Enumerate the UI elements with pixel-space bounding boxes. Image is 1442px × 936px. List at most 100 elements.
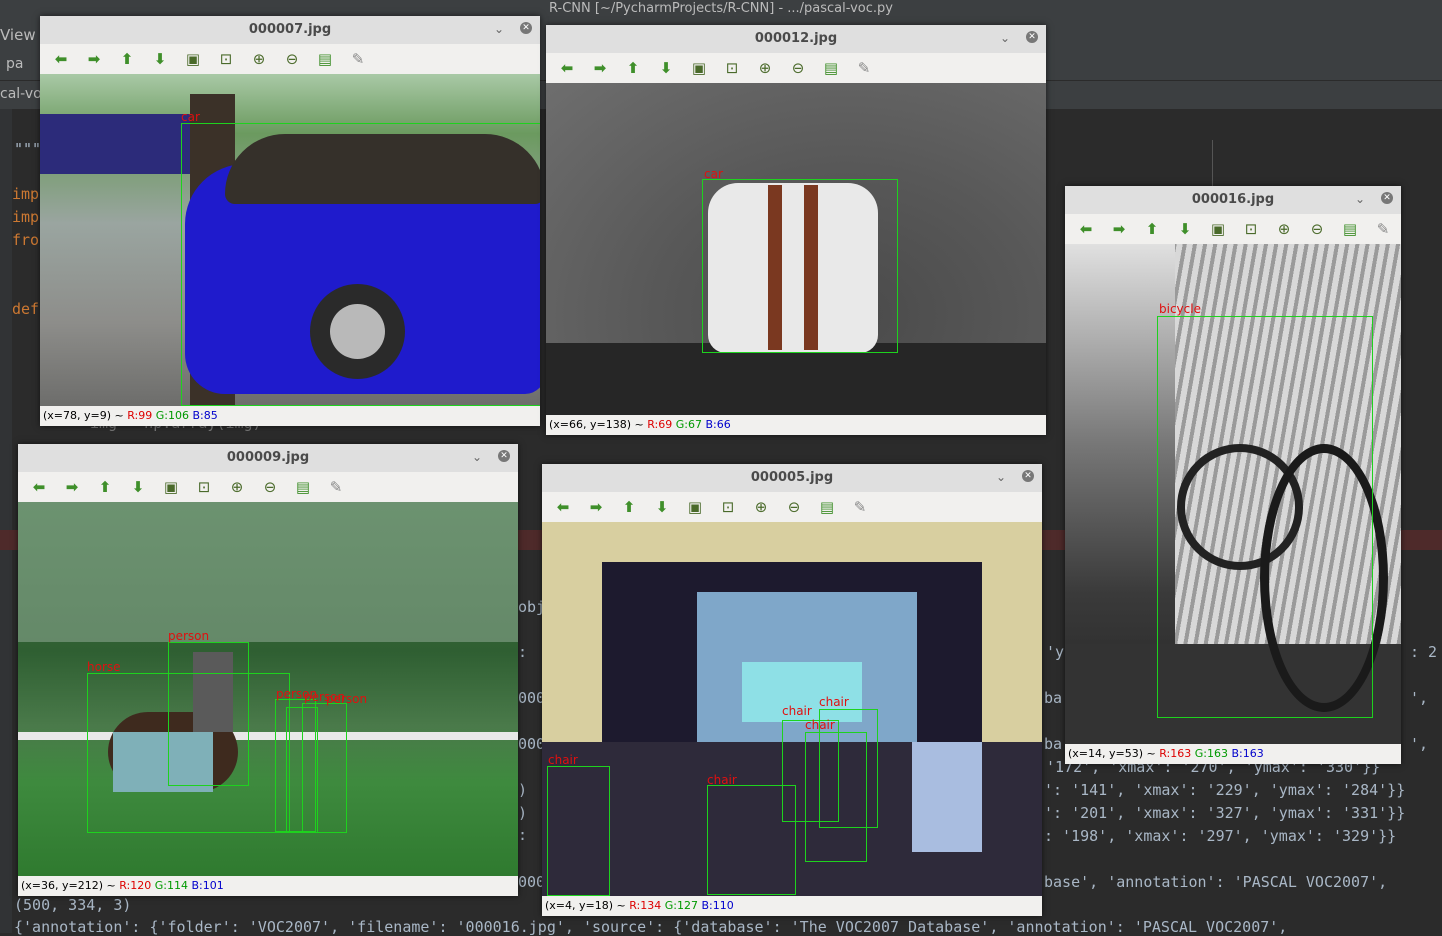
- window-toolbar: ⬅ ➡ ⬆ ⬇ ▣ ⊡ ⊕ ⊖ ▤ ✎: [40, 44, 540, 74]
- save-icon[interactable]: ▤: [1341, 220, 1359, 238]
- image-icon[interactable]: ▣: [162, 478, 180, 496]
- arrow-up-icon[interactable]: ⬆: [620, 498, 638, 516]
- chevron-down-icon[interactable]: ⌄: [996, 470, 1006, 484]
- pixel-b: B:101: [191, 879, 224, 892]
- close-icon[interactable]: ✕: [1022, 470, 1034, 482]
- arrow-down-icon[interactable]: ⬇: [1176, 220, 1194, 238]
- zoom-out-icon[interactable]: ⊖: [785, 498, 803, 516]
- zoom-out-icon[interactable]: ⊖: [261, 478, 279, 496]
- chevron-down-icon[interactable]: ⌄: [1000, 31, 1010, 45]
- window-title: 000012.jpg: [754, 31, 838, 46]
- zoom-in-icon[interactable]: ⊕: [752, 498, 770, 516]
- bbox-label: person: [326, 692, 368, 706]
- arrow-right-icon[interactable]: ➡: [85, 50, 103, 68]
- image-view[interactable]: car: [40, 74, 540, 406]
- zoom-region-icon[interactable]: ⊡: [723, 59, 741, 77]
- close-icon[interactable]: ✕: [520, 22, 532, 34]
- image-view[interactable]: person horse person person person: [18, 502, 518, 876]
- arrow-up-icon[interactable]: ⬆: [118, 50, 136, 68]
- arrow-left-icon[interactable]: ⬅: [558, 59, 576, 77]
- image-icon[interactable]: ▣: [686, 498, 704, 516]
- arrow-left-icon[interactable]: ⬅: [1077, 220, 1095, 238]
- close-icon[interactable]: ✕: [1026, 31, 1038, 43]
- bbox-label: car: [704, 167, 723, 181]
- zoom-in-icon[interactable]: ⊕: [1275, 220, 1293, 238]
- bbox-label: car: [181, 110, 200, 124]
- image-window-000009[interactable]: 000009.jpg ⌄ ✕ ⬅ ➡ ⬆ ⬇ ▣ ⊡ ⊕ ⊖ ▤ ✎ person horse p…: [18, 444, 518, 896]
- brush-icon[interactable]: ✎: [851, 498, 869, 516]
- zoom-region-icon[interactable]: ⊡: [1242, 220, 1260, 238]
- pixel-g: G:114: [154, 879, 188, 892]
- project-breadcrumb[interactable]: pa: [6, 56, 23, 72]
- code-colon-2: :: [518, 826, 528, 844]
- arrow-right-icon[interactable]: ➡: [1110, 220, 1128, 238]
- cardboard-box: [912, 742, 982, 852]
- pixel-r: R:163: [1159, 747, 1192, 760]
- image-view[interactable]: chair chair chair chair chair: [542, 522, 1042, 896]
- arrow-down-icon[interactable]: ⬇: [151, 50, 169, 68]
- pixel-g: G:127: [664, 899, 698, 912]
- code-import-2: imp: [12, 208, 40, 226]
- zoom-in-icon[interactable]: ⊕: [250, 50, 268, 68]
- brush-icon[interactable]: ✎: [349, 50, 367, 68]
- brush-icon[interactable]: ✎: [327, 478, 345, 496]
- brush-icon[interactable]: ✎: [1374, 220, 1392, 238]
- zoom-region-icon[interactable]: ⊡: [195, 478, 213, 496]
- image-window-000012[interactable]: 000012.jpg ⌄ ✕ ⬅ ➡ ⬆ ⬇ ▣ ⊡ ⊕ ⊖ ▤ ✎ car (x=66, y=1…: [546, 25, 1046, 435]
- arrow-right-icon[interactable]: ➡: [63, 478, 81, 496]
- building-shape: [40, 114, 190, 174]
- arrow-up-icon[interactable]: ⬆: [96, 478, 114, 496]
- arrow-right-icon[interactable]: ➡: [587, 498, 605, 516]
- save-icon[interactable]: ▤: [316, 50, 334, 68]
- code-def: def: [12, 300, 40, 318]
- brush-icon[interactable]: ✎: [855, 59, 873, 77]
- zoom-out-icon[interactable]: ⊖: [1308, 220, 1326, 238]
- save-icon[interactable]: ▤: [822, 59, 840, 77]
- image-view[interactable]: car: [546, 83, 1046, 415]
- save-icon[interactable]: ▤: [818, 498, 836, 516]
- arrow-down-icon[interactable]: ⬇: [129, 478, 147, 496]
- arrow-left-icon[interactable]: ⬅: [554, 498, 572, 516]
- bbox-bicycle: [1157, 316, 1373, 718]
- close-icon[interactable]: ✕: [498, 450, 510, 462]
- image-icon[interactable]: ▣: [690, 59, 708, 77]
- arrow-down-icon[interactable]: ⬇: [657, 59, 675, 77]
- zoom-region-icon[interactable]: ⊡: [719, 498, 737, 516]
- window-title-bar[interactable]: 000009.jpg: [18, 444, 518, 473]
- window-title-bar[interactable]: 000016.jpg: [1065, 186, 1401, 215]
- zoom-in-icon[interactable]: ⊕: [756, 59, 774, 77]
- arrow-right-icon[interactable]: ➡: [591, 59, 609, 77]
- window-title-bar[interactable]: 000007.jpg: [40, 16, 540, 45]
- arrow-up-icon[interactable]: ⬆: [624, 59, 642, 77]
- arrow-up-icon[interactable]: ⬆: [1143, 220, 1161, 238]
- close-icon[interactable]: ✕: [1381, 192, 1393, 204]
- chevron-down-icon[interactable]: ⌄: [472, 450, 482, 464]
- code-docstring: """: [14, 140, 42, 158]
- zoom-out-icon[interactable]: ⊖: [789, 59, 807, 77]
- bbox-car: [702, 179, 898, 353]
- image-window-000007[interactable]: 000007.jpg ⌄ ✕ ⬅ ➡ ⬆ ⬇ ▣ ⊡ ⊕ ⊖ ▤ ✎ car (x=78, y=9…: [40, 16, 540, 426]
- image-window-000016[interactable]: 000016.jpg ⌄ ✕ ⬅ ➡ ⬆ ⬇ ▣ ⊡ ⊕ ⊖ ▤ ✎ bicycle (x=14,…: [1065, 186, 1401, 764]
- cursor-position: (x=14, y=53) ~: [1068, 747, 1156, 760]
- bbox-car: [181, 123, 540, 406]
- code-paren-1: ): [518, 781, 528, 799]
- window-title-bar[interactable]: 000005.jpg: [542, 464, 1042, 493]
- arrow-down-icon[interactable]: ⬇: [653, 498, 671, 516]
- image-icon[interactable]: ▣: [1209, 220, 1227, 238]
- arrow-left-icon[interactable]: ⬅: [30, 478, 48, 496]
- arrow-left-icon[interactable]: ⬅: [52, 50, 70, 68]
- bbox-label: person: [168, 629, 210, 643]
- chevron-down-icon[interactable]: ⌄: [1355, 192, 1365, 206]
- chevron-down-icon[interactable]: ⌄: [494, 22, 504, 36]
- zoom-in-icon[interactable]: ⊕: [228, 478, 246, 496]
- bbox-label: chair: [548, 753, 578, 767]
- window-title-bar[interactable]: 000012.jpg: [546, 25, 1046, 54]
- zoom-out-icon[interactable]: ⊖: [283, 50, 301, 68]
- image-view[interactable]: bicycle: [1065, 244, 1401, 744]
- image-icon[interactable]: ▣: [184, 50, 202, 68]
- zoom-region-icon[interactable]: ⊡: [217, 50, 235, 68]
- status-bar: (x=36, y=212) ~ R:120 G:114 B:101: [18, 876, 518, 896]
- save-icon[interactable]: ▤: [294, 478, 312, 496]
- image-window-000005[interactable]: 000005.jpg ⌄ ✕ ⬅ ➡ ⬆ ⬇ ▣ ⊡ ⊕ ⊖ ▤ ✎ chair chair ch…: [542, 464, 1042, 916]
- menu-view[interactable]: View: [0, 26, 36, 44]
